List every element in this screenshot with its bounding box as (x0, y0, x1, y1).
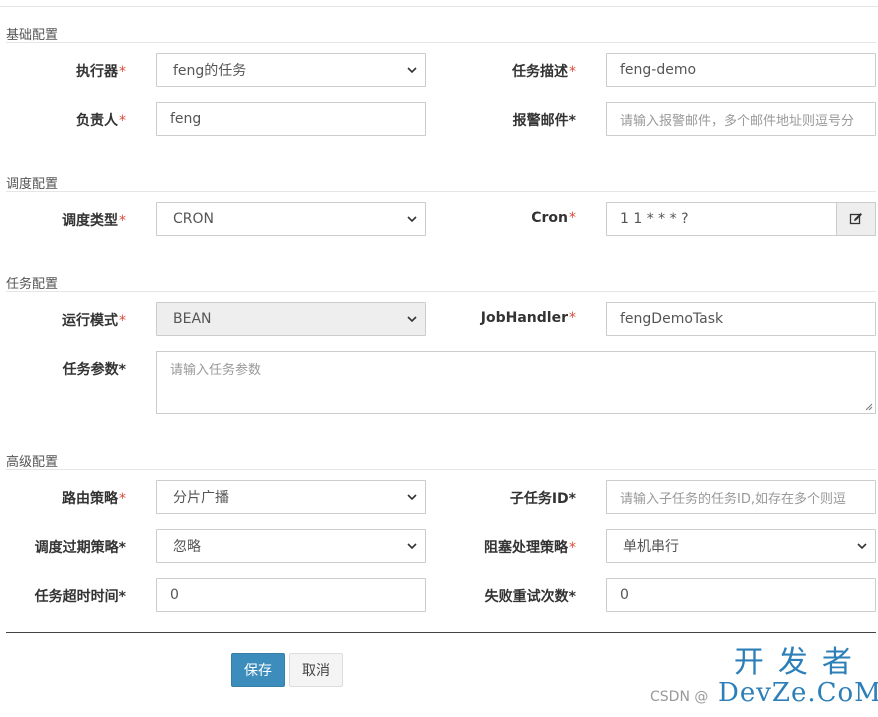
section-title-schedule: 调度配置 (6, 177, 59, 192)
task-param-textarea[interactable]: 请输入任务参数 (156, 351, 876, 414)
owner-input[interactable]: feng (156, 102, 426, 136)
misfire-strategy-label: 调度过期策略* (34, 540, 126, 556)
schedule-type-select[interactable]: CRON (156, 202, 426, 236)
section-title-task: 任务配置 (6, 277, 59, 292)
schedule-type-label: 调度类型* (62, 213, 126, 229)
desc-label: 任务描述* (512, 64, 576, 80)
top-border (0, 6, 878, 7)
chevron-down-icon (407, 216, 417, 223)
edit-icon (849, 213, 862, 225)
email-label: 报警邮件* (512, 113, 576, 129)
run-mode-select: BEAN (156, 302, 426, 336)
timeout-label: 任务超时时间* (34, 589, 126, 605)
section-rule (6, 469, 876, 470)
save-button[interactable]: 保存 (231, 653, 285, 687)
resize-handle-icon[interactable] (865, 403, 873, 411)
form-divider (6, 632, 876, 633)
route-strategy-select[interactable]: 分片广播 (156, 480, 426, 514)
misfire-strategy-select[interactable]: 忽略 (156, 529, 426, 563)
cron-label: Cron* (531, 210, 576, 226)
run-mode-label: 运行模式* (62, 313, 126, 329)
jobhandler-input[interactable]: fengDemoTask (606, 302, 876, 336)
section-rule (6, 191, 876, 192)
section-title-basic: 基础配置 (6, 28, 59, 43)
route-strategy-label: 路由策略* (62, 491, 126, 507)
timeout-input[interactable]: 0 (156, 578, 426, 612)
email-input[interactable]: 请输入报警邮件，多个邮件地址则逗号分 (606, 102, 876, 136)
cron-input[interactable]: 1 1 * * * ? (606, 202, 837, 236)
chevron-down-icon (407, 316, 417, 323)
child-job-input[interactable]: 请输入子任务的任务ID,如存在多个则逗 (606, 480, 876, 514)
retry-count-label: 失败重试次数* (484, 589, 576, 605)
executor-select[interactable]: feng的任务 (156, 53, 426, 87)
chevron-down-icon (407, 494, 417, 501)
cancel-button[interactable]: 取消 (289, 653, 343, 687)
devze-watermark: 开发者 DevZe.CoM (718, 645, 878, 708)
owner-label: 负责人* (76, 113, 126, 129)
chevron-down-icon (407, 67, 417, 74)
chevron-down-icon (857, 543, 867, 550)
desc-input[interactable]: feng-demo (606, 53, 876, 87)
retry-count-input[interactable]: 0 (606, 578, 876, 612)
section-rule (6, 42, 876, 43)
block-strategy-label: 阻塞处理策略* (484, 540, 576, 556)
executor-label: 执行器* (76, 64, 126, 80)
chevron-down-icon (407, 543, 417, 550)
section-title-advanced: 高级配置 (6, 455, 59, 470)
block-strategy-select[interactable]: 单机串行 (606, 529, 876, 563)
section-rule (6, 291, 876, 292)
child-job-label: 子任务ID* (509, 491, 576, 507)
cron-edit-button[interactable] (836, 202, 876, 236)
csdn-watermark: CSDN @ (650, 689, 709, 705)
jobhandler-label: JobHandler* (480, 310, 576, 326)
task-param-label: 任务参数* (62, 362, 126, 378)
